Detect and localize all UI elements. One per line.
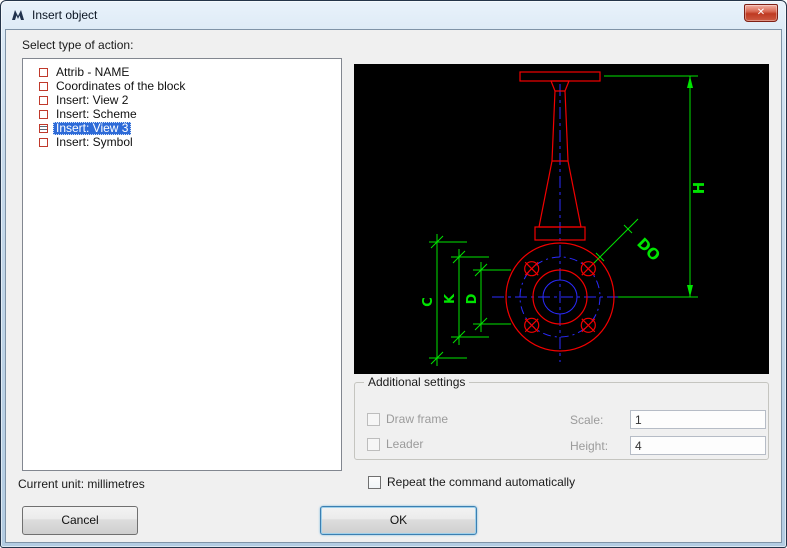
app-icon bbox=[10, 7, 26, 23]
preview-pane: H DO C K D bbox=[354, 64, 769, 374]
close-icon: ✕ bbox=[756, 7, 766, 18]
dim-label-h: H bbox=[690, 182, 708, 195]
leader-label: Leader bbox=[386, 437, 424, 451]
checkbox-icon bbox=[368, 475, 381, 489]
leader-checkbox[interactable]: Leader bbox=[367, 437, 423, 451]
block-icon bbox=[39, 95, 48, 105]
list-item-label: Insert: View 2 bbox=[56, 92, 129, 107]
ok-button[interactable]: OK bbox=[320, 506, 477, 535]
block-icon bbox=[39, 109, 48, 119]
valve-drawing: H DO C K D bbox=[354, 64, 769, 374]
scale-label: Scale: bbox=[570, 413, 604, 427]
list-item-label: Insert: Scheme bbox=[56, 106, 137, 121]
block-icon bbox=[39, 67, 48, 77]
additional-settings-group: Additional settings Draw frame Leader Sc… bbox=[354, 375, 769, 460]
group-title: Additional settings bbox=[364, 375, 470, 389]
draw-frame-label: Draw frame bbox=[386, 412, 449, 426]
list-item[interactable]: Insert: Symbol bbox=[23, 135, 341, 149]
list-item[interactable]: Attrib - NAME bbox=[23, 65, 341, 79]
dialog-insert-object: Insert object ✕ Select type of action: A… bbox=[0, 0, 787, 548]
height-input[interactable] bbox=[630, 436, 766, 455]
action-list[interactable]: Attrib - NAME Coordinates of the block I… bbox=[22, 58, 342, 471]
select-type-label: Select type of action: bbox=[22, 38, 134, 52]
dialog-body: Select type of action: Attrib - NAME Coo… bbox=[5, 29, 782, 543]
list-item-label: Attrib - NAME bbox=[56, 64, 130, 79]
dim-label-c: C bbox=[421, 297, 436, 307]
draw-frame-checkbox[interactable]: Draw frame bbox=[367, 412, 448, 426]
height-label: Height: bbox=[570, 439, 609, 453]
cancel-button[interactable]: Cancel bbox=[22, 506, 138, 535]
current-unit-label: Current unit: millimetres bbox=[18, 477, 145, 491]
repeat-command-checkbox[interactable]: Repeat the command automatically bbox=[368, 475, 575, 489]
block-icon bbox=[39, 137, 48, 147]
titlebar[interactable]: Insert object ✕ bbox=[1, 1, 786, 29]
checkbox-icon bbox=[367, 437, 380, 451]
list-item-label: Insert: Symbol bbox=[56, 134, 133, 149]
list-item[interactable]: Insert: View 2 bbox=[23, 93, 341, 107]
window-title: Insert object bbox=[32, 8, 98, 22]
checkbox-icon bbox=[367, 412, 380, 426]
close-button[interactable]: ✕ bbox=[744, 4, 778, 22]
block-icon bbox=[39, 123, 48, 133]
list-item-label: Insert: View 3 bbox=[53, 121, 132, 135]
dim-label-d: D bbox=[465, 293, 480, 304]
list-item-label: Coordinates of the block bbox=[56, 78, 186, 93]
scale-input[interactable] bbox=[630, 410, 766, 429]
list-item[interactable]: Insert: Scheme bbox=[23, 107, 341, 121]
dim-label-k: K bbox=[443, 293, 458, 304]
block-icon bbox=[39, 81, 48, 91]
list-item[interactable]: Coordinates of the block bbox=[23, 79, 341, 93]
repeat-command-label: Repeat the command automatically bbox=[387, 475, 576, 489]
list-item-selected[interactable]: Insert: View 3 bbox=[23, 121, 341, 135]
